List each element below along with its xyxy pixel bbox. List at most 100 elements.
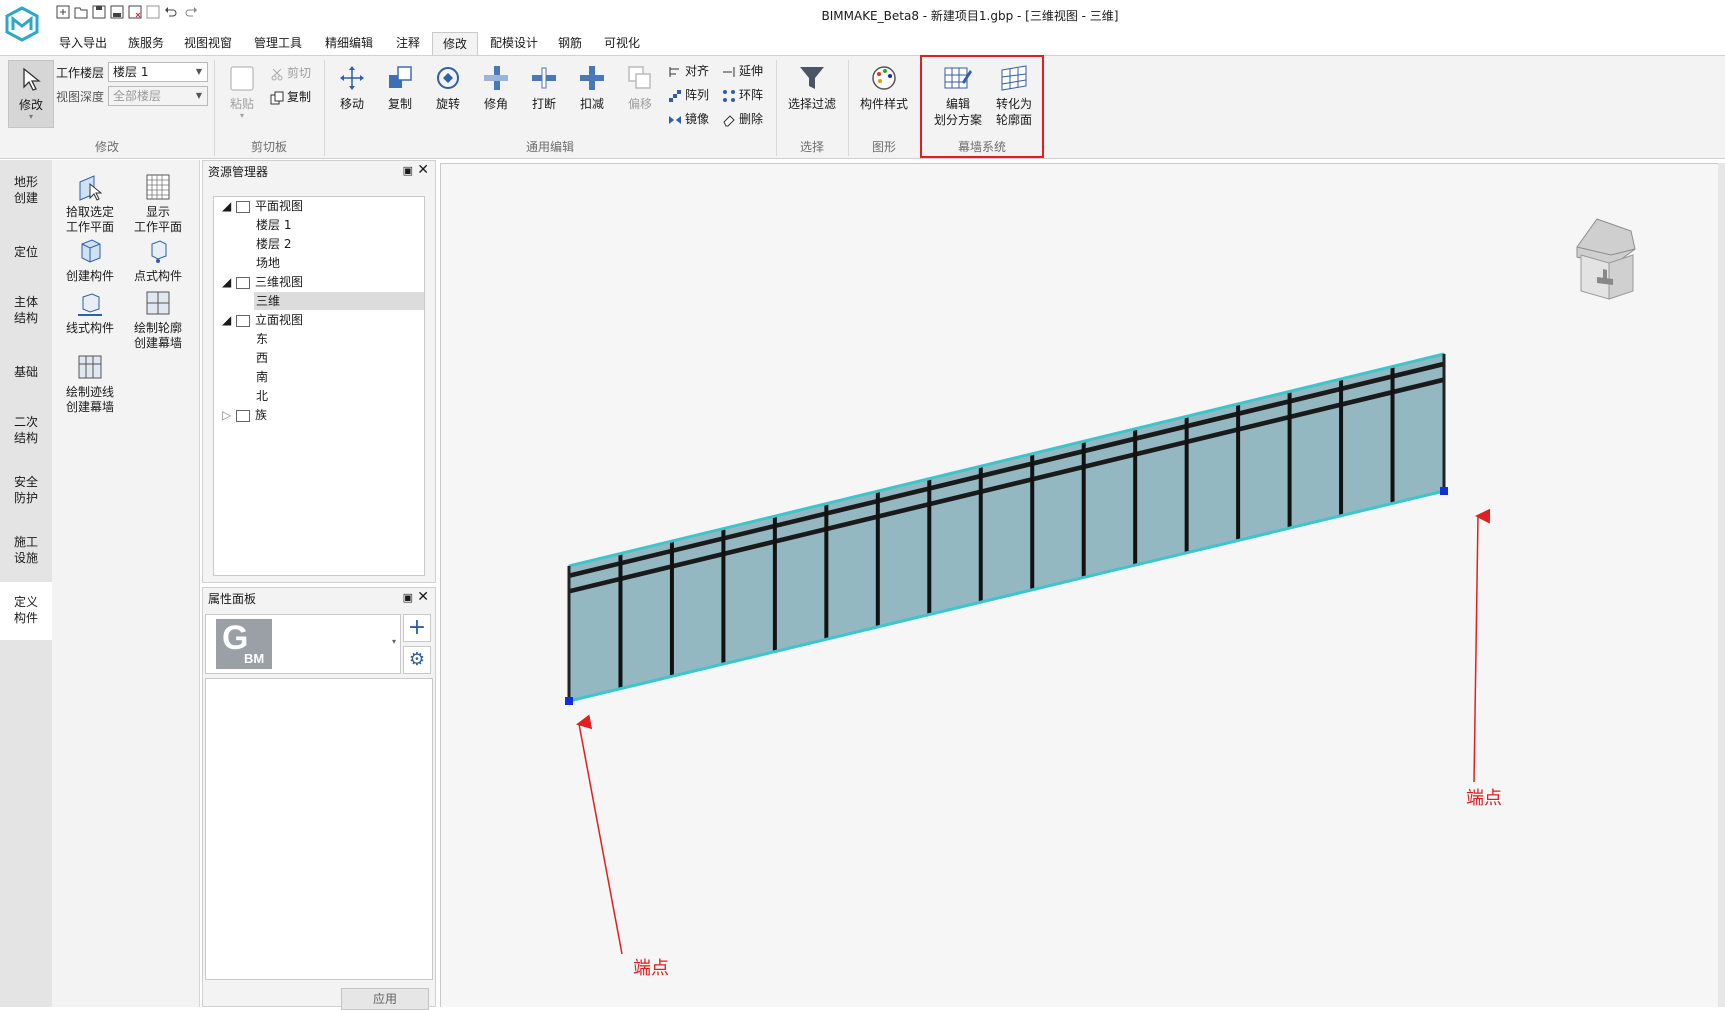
cursor-icon bbox=[23, 67, 41, 91]
restore-icon[interactable]: ▣ bbox=[403, 164, 413, 177]
create-member-button[interactable]: 创建构件 bbox=[54, 236, 126, 284]
tab-visualize[interactable]: 可视化 bbox=[596, 32, 648, 55]
group-label-curtain: 幕墙系统 bbox=[957, 140, 1006, 154]
3d-viewport[interactable]: 端点 端点 bbox=[440, 163, 1718, 1007]
tab-view-window[interactable]: 视图视窗 bbox=[176, 32, 240, 55]
draw-trace-curtain-button[interactable]: 绘制迹线 创建幕墙 bbox=[54, 352, 126, 415]
category-secondary-structure[interactable]: 二次 结构 bbox=[0, 414, 52, 446]
align-button[interactable]: 对齐 bbox=[668, 62, 709, 80]
new-icon[interactable] bbox=[56, 5, 70, 19]
category-safety[interactable]: 安全 防护 bbox=[0, 474, 52, 506]
viewport-scrollbar[interactable] bbox=[1718, 163, 1725, 1007]
pick-work-plane-button[interactable]: 拾取选定 工作平面 bbox=[54, 172, 126, 235]
convert-to-profile-button[interactable]: 转化为 轮廓面 bbox=[988, 64, 1040, 128]
tree-item-3d-view[interactable]: 三维视图 bbox=[236, 273, 303, 291]
show-work-plane-button[interactable]: 显示 工作平面 bbox=[122, 172, 194, 235]
mirror-button[interactable]: 镜像 bbox=[668, 110, 709, 128]
expand-icon[interactable]: ◢ bbox=[222, 273, 231, 291]
curtain-wall[interactable] bbox=[565, 352, 1448, 705]
deduct-button[interactable]: 扣减 bbox=[572, 64, 612, 112]
tree-item-3d-selected[interactable]: 三维 bbox=[254, 292, 424, 310]
tab-modify[interactable]: 修改 bbox=[432, 32, 478, 55]
redo-icon[interactable] bbox=[184, 5, 198, 19]
tree-item-level2[interactable]: 楼层 2 bbox=[256, 235, 291, 253]
endpoint-right[interactable] bbox=[1440, 487, 1448, 495]
restore-icon[interactable]: ▣ bbox=[403, 591, 413, 604]
tree-item-elevation[interactable]: 立面视图 bbox=[236, 311, 303, 329]
save-icon[interactable] bbox=[92, 5, 106, 19]
tree-item-north[interactable]: 北 bbox=[256, 387, 268, 405]
menu-tabs: 导入导出 族服务 视图视窗 管理工具 精细编辑 注释 修改 配模设计 钢筋 可视… bbox=[0, 32, 1725, 55]
view-cube-house-icon[interactable] bbox=[1576, 218, 1636, 300]
tab-rebar[interactable]: 钢筋 bbox=[550, 32, 590, 55]
resource-manager-title: 资源管理器 bbox=[208, 165, 269, 179]
family-label: 族 bbox=[255, 408, 268, 422]
edit-division-label-1: 编辑 bbox=[945, 97, 970, 111]
modify-button[interactable]: 修改 ▾ bbox=[8, 60, 54, 128]
tree-item-west[interactable]: 西 bbox=[256, 349, 268, 367]
copy-button[interactable]: 复制 bbox=[380, 64, 420, 112]
convert-profile-label-2: 轮廓面 bbox=[995, 113, 1032, 127]
move-button[interactable]: 移动 bbox=[332, 64, 372, 112]
trim-button[interactable]: 修角 bbox=[476, 64, 516, 112]
tab-import-export[interactable]: 导入导出 bbox=[50, 32, 116, 55]
view-depth-select[interactable]: 全部楼层 ▼ bbox=[108, 86, 208, 106]
tree-item-family[interactable]: 族 bbox=[236, 406, 267, 424]
tab-family-service[interactable]: 族服务 bbox=[118, 32, 174, 55]
rotate-label: 旋转 bbox=[435, 97, 460, 111]
open-icon[interactable] bbox=[74, 5, 88, 19]
expand-icon[interactable]: ◢ bbox=[222, 197, 231, 215]
tree-item-level1[interactable]: 楼层 1 bbox=[256, 216, 291, 234]
category-define-member[interactable]: 定义 构件 bbox=[0, 582, 52, 640]
group-label-edit: 通用编辑 bbox=[525, 140, 574, 154]
member-style-button[interactable]: 构件样式 bbox=[852, 64, 916, 112]
tree-item-plan-view[interactable]: 平面视图 bbox=[236, 197, 303, 215]
work-level-select[interactable]: 楼层 1 ▼ bbox=[108, 62, 208, 82]
tab-formwork-design[interactable]: 配模设计 bbox=[484, 32, 544, 55]
category-positioning[interactable]: 定位 bbox=[0, 244, 52, 260]
extend-button[interactable]: 延伸 bbox=[722, 62, 763, 80]
edit-division-scheme-button[interactable]: 编辑 划分方案 bbox=[930, 64, 986, 128]
settings-gear-icon[interactable]: ⚙ bbox=[403, 646, 431, 674]
delete-button[interactable]: 删除 bbox=[722, 110, 763, 128]
close-icon[interactable]: ✕ bbox=[417, 162, 429, 178]
filter-icon bbox=[800, 67, 824, 89]
tab-annotate[interactable]: 注释 bbox=[388, 32, 428, 55]
undo-icon[interactable] bbox=[164, 5, 178, 19]
ribbon: 修改 ▾ 工作楼层 楼层 1 ▼ 视图深度 全部楼层 ▼ 修改 粘贴 ▾ 剪切 复制… bbox=[0, 55, 1725, 159]
array-button[interactable]: 阵列 bbox=[668, 86, 709, 104]
type-selector[interactable]: G BM ▾ bbox=[205, 614, 401, 674]
category-construction-facilities[interactable]: 施工 设施 bbox=[0, 534, 52, 566]
convert-profile-label-1: 转化为 bbox=[995, 97, 1032, 111]
tree-item-south[interactable]: 南 bbox=[256, 368, 268, 386]
category-terrain[interactable]: 地形 创建 bbox=[0, 174, 52, 206]
line-member-button[interactable]: 线式构件 bbox=[54, 288, 126, 336]
break-button[interactable]: 打断 bbox=[524, 64, 564, 112]
ring-array-button[interactable]: 环阵 bbox=[722, 86, 763, 104]
tree-item-east[interactable]: 东 bbox=[256, 330, 268, 348]
cut-button[interactable]: 剪切 bbox=[270, 64, 311, 82]
tab-manage-tools[interactable]: 管理工具 bbox=[246, 32, 310, 55]
tab-fine-edit[interactable]: 精细编辑 bbox=[316, 32, 382, 55]
category-foundation[interactable]: 基础 bbox=[0, 364, 52, 380]
tree-item-site[interactable]: 场地 bbox=[256, 254, 280, 272]
blank-icon[interactable] bbox=[146, 5, 160, 19]
copy-clip-button[interactable]: 复制 bbox=[270, 88, 311, 106]
draw-outline-curtain-button[interactable]: 绘制轮廓 创建幕墙 bbox=[122, 288, 194, 351]
expand-icon[interactable]: ◢ bbox=[222, 311, 231, 329]
create-member-icon bbox=[81, 239, 101, 263]
family-icon bbox=[236, 409, 250, 422]
save-as-icon[interactable] bbox=[110, 5, 124, 19]
offset-button[interactable]: 偏移 bbox=[620, 64, 660, 112]
point-member-button[interactable]: 点式构件 bbox=[122, 236, 194, 284]
endpoint-left[interactable] bbox=[565, 697, 573, 705]
close-icon[interactable]: ✕ bbox=[417, 589, 429, 605]
paste-button[interactable]: 粘贴 ▾ bbox=[222, 64, 262, 120]
collapse-icon[interactable]: ▷ bbox=[222, 406, 231, 424]
rotate-button[interactable]: 旋转 bbox=[428, 64, 468, 112]
close-file-icon[interactable] bbox=[128, 5, 142, 19]
category-main-structure[interactable]: 主体 结构 bbox=[0, 294, 52, 326]
align-label: 对齐 bbox=[685, 64, 710, 78]
select-filter-button[interactable]: 选择过滤 bbox=[782, 64, 842, 112]
add-type-icon[interactable]: + bbox=[403, 614, 431, 642]
